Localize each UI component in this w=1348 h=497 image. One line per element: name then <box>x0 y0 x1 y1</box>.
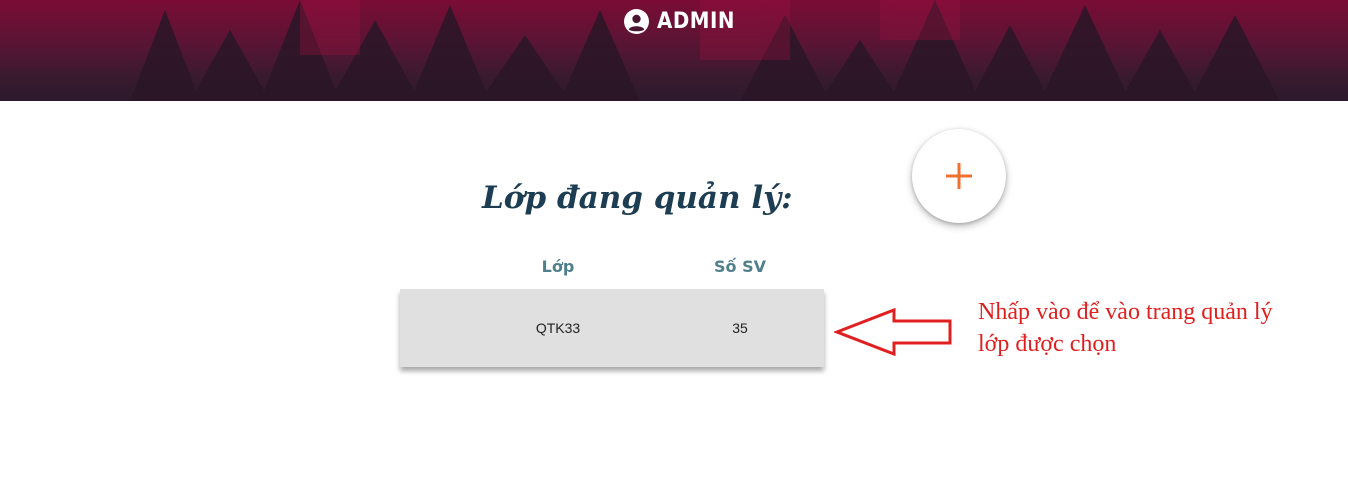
section-title: Lớp đang quản lý: <box>482 180 793 216</box>
user-circle-icon <box>624 8 649 34</box>
column-header-students: Số SV <box>714 257 766 276</box>
cell-class-name: QTK33 <box>535 320 581 336</box>
table-row[interactable]: QTK33 35 <box>400 289 824 367</box>
plus-icon <box>946 163 972 189</box>
cell-student-count: 35 <box>732 320 748 336</box>
page-header: ADMIN <box>0 0 1348 101</box>
arrow-left-icon <box>834 308 952 356</box>
column-header-class: Lớp <box>541 257 575 276</box>
annotation-line-1: Nhấp vào để vào trang quản lý <box>978 299 1273 325</box>
admin-title: ADMIN <box>657 8 735 34</box>
annotation-note: Nhấp vào để vào trang quản lý lớp được c… <box>978 296 1346 360</box>
add-class-button[interactable] <box>912 129 1006 223</box>
header-title: ADMIN <box>624 6 735 36</box>
annotation-line-2: lớp được chọn <box>978 331 1117 357</box>
